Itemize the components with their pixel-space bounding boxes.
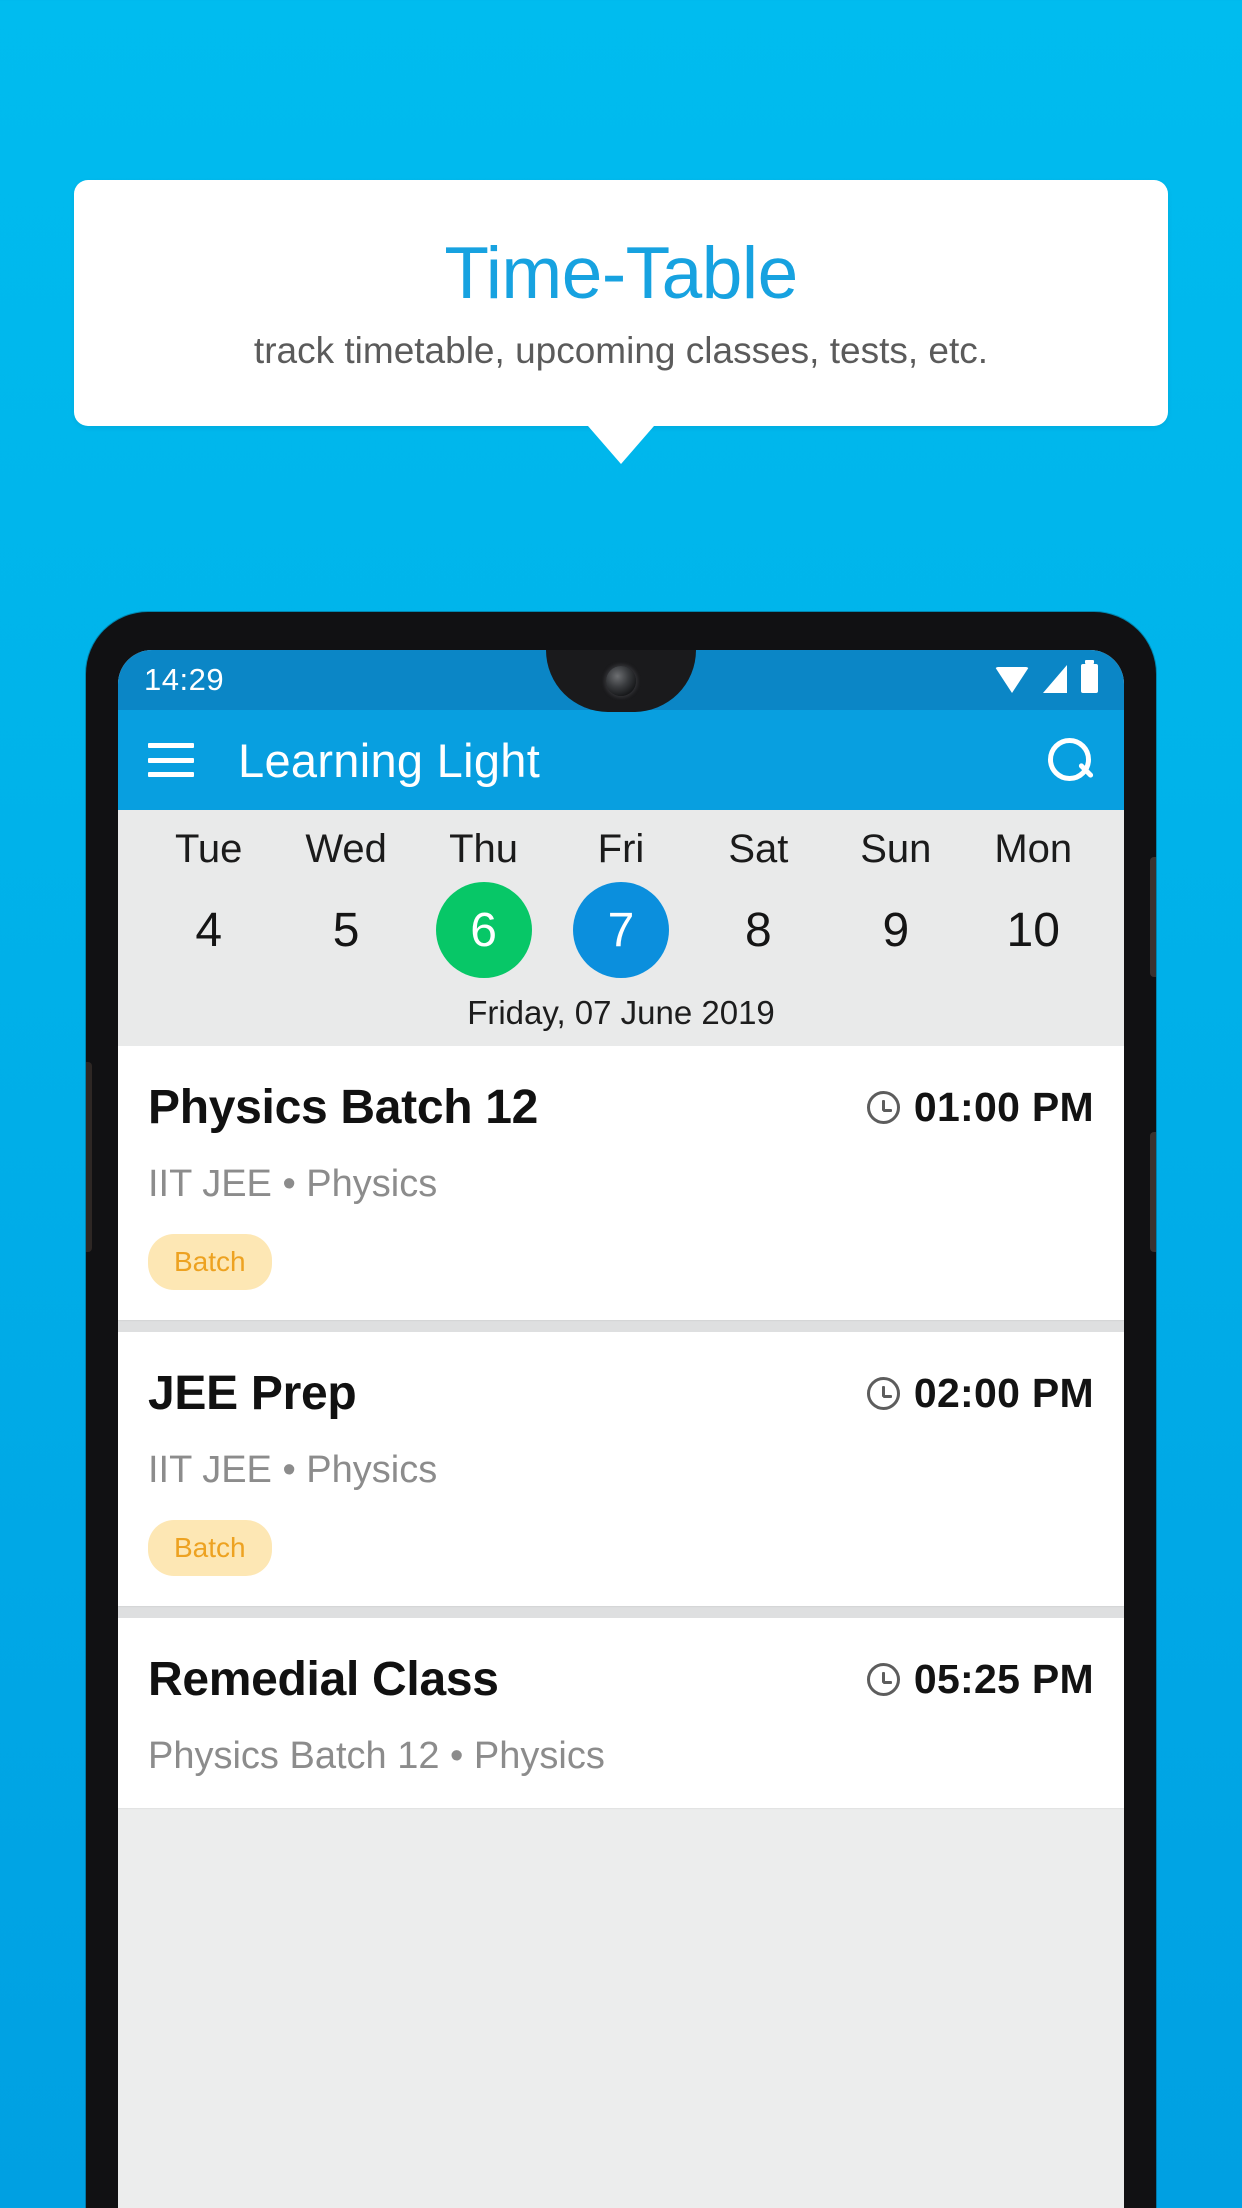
calendar-day-names: Tue Wed Thu Fri Sat Sun Mon (118, 826, 1124, 872)
day-name-label: Mon (994, 827, 1073, 871)
wifi-icon (995, 666, 1029, 693)
app-title: Learning Light (238, 733, 541, 787)
day-name-label: Fri (597, 827, 645, 871)
phone-power-button (1150, 857, 1156, 977)
day-name-label: Wed (305, 827, 387, 871)
phone-notch (546, 650, 696, 712)
class-time-group: 01:00 PM (866, 1084, 1094, 1131)
day-number-label: 8 (745, 903, 772, 957)
day-number-label: 5 (332, 903, 360, 957)
class-card[interactable]: Physics Batch 12 01:00 PM IIT JEE • Phys… (118, 1046, 1124, 1320)
phone-volume-button (1150, 1132, 1156, 1252)
day-name-label: Tue (174, 827, 243, 871)
calendar-day-9[interactable]: 9 (827, 882, 964, 978)
class-title: Remedial Class (148, 1653, 499, 1706)
status-time: 14:29 (144, 662, 225, 697)
day-number-label: 10 (1006, 903, 1060, 957)
calendar-day-4[interactable]: 4 (140, 882, 277, 978)
day-name-cell: Fri (552, 826, 689, 872)
day-name-cell: Thu (415, 826, 552, 872)
class-type-badge: Batch (148, 1520, 272, 1576)
day-number-label: 7 (572, 882, 669, 978)
day-name-cell: Tue (140, 826, 277, 872)
promo-bubble-tail (588, 426, 654, 464)
calendar-day-6-today[interactable]: 6 (415, 882, 552, 978)
class-time: 01:00 PM (913, 1084, 1094, 1130)
calendar-day-5[interactable]: 5 (277, 882, 414, 978)
clock-icon (866, 1091, 900, 1124)
day-number-label: 9 (882, 903, 910, 957)
hamburger-menu-icon[interactable] (148, 743, 194, 777)
class-list: Physics Batch 12 01:00 PM IIT JEE • Phys… (118, 1046, 1124, 1808)
class-time: 05:25 PM (913, 1656, 1094, 1702)
phone-left-button (86, 1062, 92, 1252)
front-camera-icon (606, 666, 636, 696)
day-name-label: Sat (728, 827, 789, 871)
day-number-label: 6 (435, 882, 532, 978)
calendar-day-7-selected[interactable]: 7 (552, 882, 689, 978)
class-card[interactable]: Remedial Class 05:25 PM Physics Batch 12… (118, 1618, 1124, 1808)
promo-title: Time-Table (444, 233, 798, 314)
day-name-label: Sun (860, 827, 932, 871)
app-bar: Learning Light (118, 710, 1124, 810)
status-bar: 14:29 (118, 650, 1124, 712)
class-card[interactable]: JEE Prep 02:00 PM IIT JEE • Physics Batc… (118, 1332, 1124, 1606)
promo-subtitle: track timetable, upcoming classes, tests… (253, 330, 989, 371)
class-subtitle: IIT JEE • Physics (148, 1163, 438, 1205)
clock-icon (866, 1377, 900, 1410)
calendar-day-numbers: 4 5 6 7 8 9 10 (118, 882, 1124, 978)
day-name-cell: Sun (827, 826, 964, 872)
class-time-group: 02:00 PM (866, 1370, 1094, 1417)
status-icons (995, 659, 1098, 697)
clock-icon (866, 1663, 900, 1696)
phone-screen: 14:29 Learning Light Tue Wed Thu Fri Sat… (118, 650, 1124, 2208)
phone-mockup: 14:29 Learning Light Tue Wed Thu Fri Sat… (86, 612, 1156, 2208)
day-name-cell: Wed (277, 826, 414, 872)
battery-icon (1081, 659, 1098, 693)
calendar-day-10[interactable]: 10 (965, 882, 1102, 978)
signal-icon (1043, 664, 1067, 693)
calendar-day-8[interactable]: 8 (690, 882, 827, 978)
promo-card: Time-Table track timetable, upcoming cla… (74, 180, 1168, 426)
class-time-group: 05:25 PM (866, 1656, 1094, 1703)
class-subtitle: IIT JEE • Physics (148, 1449, 438, 1491)
day-number-label: 4 (195, 903, 223, 957)
day-name-label: Thu (449, 827, 519, 871)
day-name-cell: Mon (965, 826, 1102, 872)
search-icon[interactable] (1046, 736, 1094, 784)
class-time: 02:00 PM (913, 1370, 1094, 1416)
class-title: JEE Prep (148, 1367, 357, 1420)
class-card-header: Physics Batch 12 01:00 PM (148, 1080, 1094, 1135)
day-name-cell: Sat (690, 826, 827, 872)
class-card-header: JEE Prep 02:00 PM (148, 1366, 1094, 1421)
selected-date-label: Friday, 07 June 2019 (467, 994, 775, 1031)
class-type-badge: Batch (148, 1234, 272, 1290)
class-subtitle: Physics Batch 12 • Physics (148, 1735, 605, 1777)
calendar-strip: Tue Wed Thu Fri Sat Sun Mon 4 5 6 7 8 9 … (118, 810, 1124, 1046)
class-card-header: Remedial Class 05:25 PM (148, 1652, 1094, 1707)
class-title: Physics Batch 12 (148, 1081, 539, 1134)
